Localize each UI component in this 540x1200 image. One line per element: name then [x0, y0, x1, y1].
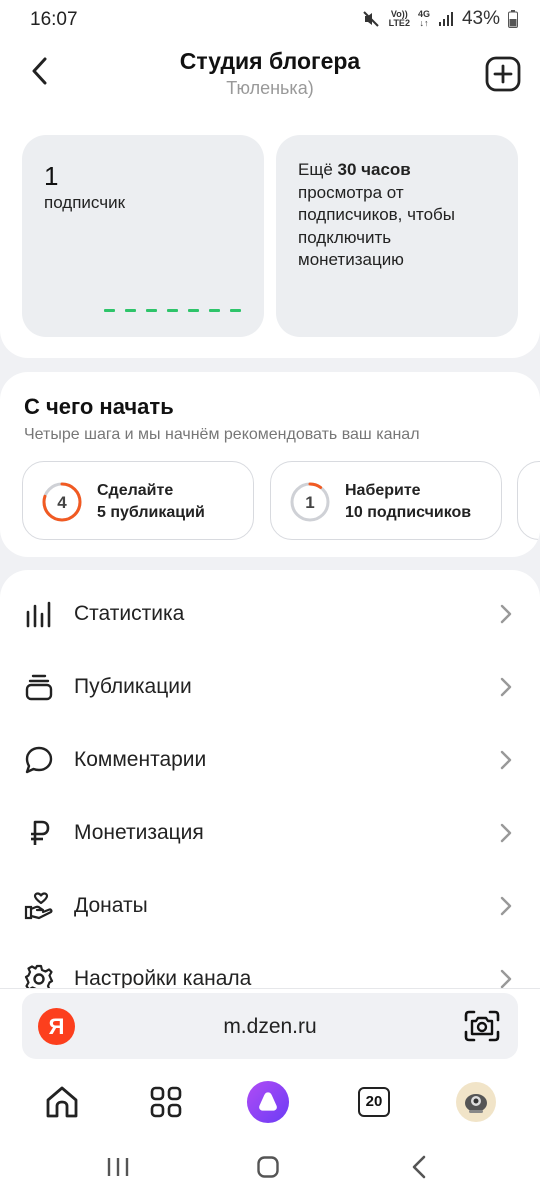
menu-item-label: Комментарии	[74, 748, 207, 771]
publications-icon	[25, 674, 53, 701]
monetization-hours: 30 часов	[337, 160, 411, 179]
menu-item-donations[interactable]: Донаты	[0, 876, 540, 936]
apps-grid-icon	[150, 1086, 182, 1118]
status-time: 16:07	[30, 9, 78, 30]
chevron-right-icon	[500, 604, 512, 624]
progress-ring: 4	[42, 482, 82, 522]
system-navigation	[0, 1138, 540, 1200]
menu-item-monetization[interactable]: Монетизация	[0, 803, 540, 863]
menu-item-comments[interactable]: Комментарии	[0, 730, 540, 790]
alice-icon	[246, 1080, 290, 1124]
yandex-logo[interactable]: Я	[38, 1008, 75, 1045]
step-card-subscribers[interactable]: 1 Наберите 10 подписчиков	[270, 461, 502, 540]
add-publication-button[interactable]	[485, 56, 521, 92]
volte-indicator: Vo)) LTE2	[388, 9, 410, 28]
menu-item-publications[interactable]: Публикации	[0, 657, 540, 717]
getting-started-subtitle: Четыре шага и мы начнём рекомендовать ва…	[24, 426, 420, 443]
menu-item-label: Публикации	[74, 675, 192, 698]
menu-item-label: Донаты	[74, 894, 148, 917]
menu-item-label: Настройки канала	[74, 967, 252, 990]
menu-item-statistics[interactable]: Статистика	[0, 584, 540, 644]
camera-search-button[interactable]	[464, 1009, 500, 1043]
battery-percent: 43%	[461, 8, 500, 29]
mute-icon	[362, 11, 379, 27]
subscriber-label: подписчик	[44, 193, 126, 212]
step-card-publications[interactable]: 4 Сделайте 5 публикаций	[22, 461, 254, 540]
step-text: Сделайте 5 публикаций	[97, 482, 205, 521]
status-icons: Vo)) LTE2 4G ↓↑ 43%	[361, 8, 518, 30]
studio-menu: Статистика Публикации Комментарии Монети…	[0, 570, 540, 990]
subscribers-card[interactable]: 1 подписчик	[22, 135, 264, 337]
chevron-right-icon	[500, 969, 512, 989]
progress-ring: 1	[290, 482, 330, 522]
chevron-right-icon	[500, 677, 512, 697]
tabs-count: 20	[358, 1087, 390, 1117]
profile-button[interactable]	[454, 1080, 498, 1124]
avatar	[456, 1082, 496, 1122]
signal-icon	[438, 12, 453, 26]
address-input[interactable]	[102, 993, 432, 1059]
step-number: 4	[57, 493, 67, 512]
comment-icon	[25, 746, 53, 774]
status-bar: 16:07 Vo)) LTE2 4G ↓↑ 43%	[0, 0, 540, 40]
step-number: 1	[305, 493, 314, 512]
services-button[interactable]	[144, 1080, 188, 1124]
tabs-button[interactable]: 20	[352, 1080, 396, 1124]
menu-item-label: Монетизация	[74, 821, 204, 844]
getting-started-title: С чего начать	[24, 394, 174, 419]
chevron-right-icon	[500, 750, 512, 770]
back-system-button[interactable]	[400, 1152, 440, 1182]
menu-item-channel-settings[interactable]: Настройки канала	[0, 949, 540, 990]
network-indicator: 4G ↓↑	[417, 9, 430, 28]
alice-assistant-button[interactable]	[246, 1080, 290, 1124]
monetization-hint-text: Ещё 30 часов просмотра от подписчиков, ч…	[298, 160, 455, 269]
donation-icon	[24, 892, 53, 920]
address-bar: Я m.dzen.ru	[22, 993, 518, 1059]
page-title: Студия блогера	[179, 48, 361, 74]
channel-name: Тюленька)	[226, 78, 314, 98]
home-button[interactable]	[40, 1080, 84, 1124]
stats-icon	[26, 601, 51, 628]
battery-icon	[508, 10, 518, 28]
getting-started-card: С чего начать Четыре шага и мы начнём ре…	[0, 372, 540, 557]
avatar-image-icon	[465, 1094, 487, 1113]
chevron-right-icon	[500, 896, 512, 916]
menu-item-label: Статистика	[74, 602, 185, 625]
subscriber-count: 1	[44, 161, 59, 191]
subscriber-sparkline	[104, 309, 241, 312]
chevron-right-icon	[500, 823, 512, 843]
step-card-next[interactable]	[517, 461, 540, 540]
ruble-icon	[31, 820, 50, 845]
recents-button[interactable]	[98, 1152, 138, 1182]
home-system-button[interactable]	[248, 1152, 288, 1182]
home-icon	[46, 1086, 78, 1118]
gear-icon	[24, 964, 54, 990]
step-text: Наберите 10 подписчиков	[345, 482, 472, 521]
bottom-navigation: 20	[0, 1070, 540, 1130]
monetization-hint-card[interactable]: Ещё 30 часов просмотра от подписчиков, ч…	[276, 135, 518, 337]
